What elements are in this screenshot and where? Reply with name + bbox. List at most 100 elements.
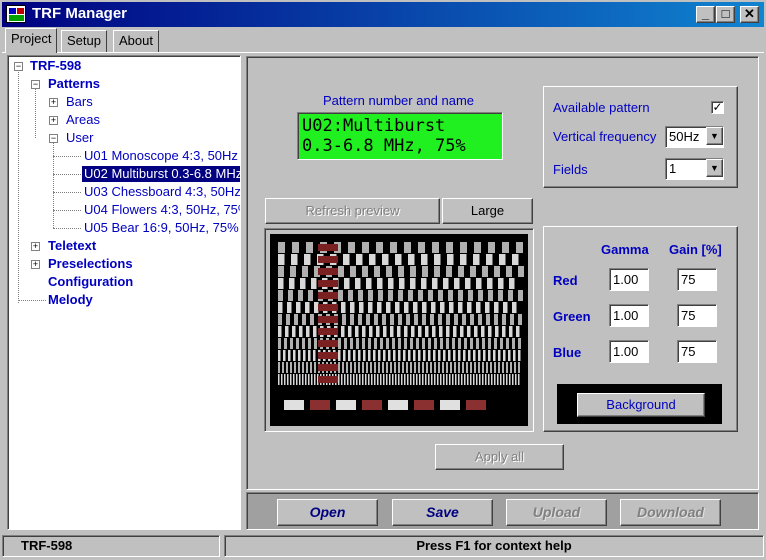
tree-item-teletext[interactable]: Teletext xyxy=(48,238,96,254)
burst-stripe xyxy=(434,374,436,385)
burst-stripe xyxy=(383,326,387,337)
burst-stripe xyxy=(278,374,280,385)
burst-stripe xyxy=(418,350,421,361)
burst-stripe xyxy=(518,362,520,373)
background-button[interactable]: Background xyxy=(577,393,705,417)
tree-root[interactable]: TRF-598 xyxy=(30,58,81,74)
tree-line xyxy=(53,142,54,228)
tree-item-melody[interactable]: Melody xyxy=(48,292,93,308)
refresh-preview-button[interactable]: Refresh preview xyxy=(265,198,440,224)
burst-stripe xyxy=(311,374,313,385)
chevron-down-icon[interactable]: ▼ xyxy=(706,127,723,145)
burst-frequency-marker xyxy=(318,352,338,359)
burst-stripe xyxy=(447,254,454,265)
apply-all-button[interactable]: Apply all xyxy=(435,444,564,470)
tree-item-user-pattern[interactable]: U05 Bear 16:9, 50Hz, 75% xyxy=(84,220,239,236)
burst-stripe xyxy=(455,374,457,385)
tree-item-user-pattern[interactable]: U04 Flowers 4:3, 50Hz, 75% xyxy=(84,202,240,218)
app-icon[interactable] xyxy=(6,5,26,23)
title-bar[interactable]: TRF Manager _ □ ✕ xyxy=(2,2,764,27)
burst-stripe xyxy=(473,374,475,385)
burst-stripe xyxy=(374,314,378,325)
burst-stripe xyxy=(388,350,391,361)
burst-stripe xyxy=(506,362,508,373)
action-bar: Open Save Upload Download xyxy=(246,492,759,530)
burst-stripe xyxy=(341,302,346,313)
green-gamma-input[interactable]: 1.00 xyxy=(609,304,649,327)
burst-stripe xyxy=(418,326,422,337)
burst-stripe xyxy=(479,374,481,385)
open-button[interactable]: Open xyxy=(277,499,378,526)
expand-icon[interactable]: + xyxy=(49,98,58,107)
burst-stripe xyxy=(313,350,316,361)
burst-stripe xyxy=(286,314,290,325)
chevron-down-icon[interactable]: ▼ xyxy=(706,159,723,177)
burst-stripe xyxy=(353,374,355,385)
close-button[interactable]: ✕ xyxy=(740,6,759,23)
tab-setup[interactable]: Setup xyxy=(61,30,107,52)
burst-stripe xyxy=(305,302,310,313)
burst-stripe xyxy=(414,362,416,373)
tree-item-patterns[interactable]: Patterns xyxy=(48,76,100,92)
burst-stripe xyxy=(499,254,506,265)
tree-item-bars[interactable]: Bars xyxy=(66,94,93,110)
collapse-icon[interactable]: − xyxy=(14,62,23,71)
burst-stripe xyxy=(422,362,424,373)
burst-frequency-marker xyxy=(318,280,338,287)
upload-button[interactable]: Upload xyxy=(506,499,607,526)
red-gain-input[interactable]: 75 xyxy=(677,268,717,291)
burst-bottom-block xyxy=(466,400,486,410)
burst-stripe xyxy=(383,350,386,361)
fields-select[interactable]: 1 ▼ xyxy=(665,158,724,180)
available-pattern-checkbox[interactable]: ✓ xyxy=(711,101,724,114)
burst-stripe xyxy=(404,302,409,313)
expand-icon[interactable]: + xyxy=(31,242,40,251)
burst-stripe xyxy=(370,362,372,373)
green-gain-input[interactable]: 75 xyxy=(677,304,717,327)
blue-gamma-input[interactable]: 1.00 xyxy=(609,340,649,363)
burst-stripe xyxy=(468,290,473,301)
tree-item-user[interactable]: User xyxy=(66,130,93,146)
burst-stripe xyxy=(363,350,366,361)
burst-stripe xyxy=(278,290,283,301)
tab-project[interactable]: Project xyxy=(5,28,58,53)
burst-stripe xyxy=(359,374,361,385)
tree-item-areas[interactable]: Areas xyxy=(66,112,100,128)
burst-stripe xyxy=(350,362,352,373)
tree-item-user-pattern[interactable]: U03 Chessboard 4:3, 50Hz xyxy=(84,184,240,200)
burst-stripe xyxy=(289,278,295,289)
burst-stripe xyxy=(314,338,317,349)
burst-stripe xyxy=(414,314,418,325)
vertical-frequency-select[interactable]: 50Hz ▼ xyxy=(665,126,724,148)
tree-item-preselections[interactable]: Preselections xyxy=(48,256,133,272)
tree-item-configuration[interactable]: Configuration xyxy=(48,274,133,290)
red-gamma-input[interactable]: 1.00 xyxy=(609,268,649,291)
tab-about[interactable]: About xyxy=(113,30,159,52)
expand-icon[interactable]: + xyxy=(49,116,58,125)
burst-stripe xyxy=(382,314,386,325)
burst-stripe xyxy=(476,374,478,385)
collapse-icon[interactable]: − xyxy=(31,80,40,89)
burst-stripe xyxy=(434,338,437,349)
expand-icon[interactable]: + xyxy=(31,260,40,269)
tree-item-user-pattern-selected[interactable]: U02 Multiburst 0.3-6.8 MHz xyxy=(82,166,240,182)
project-tree[interactable]: − TRF-598 − Patterns + Bars + Areas − Us… xyxy=(7,55,241,530)
large-preview-button[interactable]: Large xyxy=(442,198,533,224)
blue-gain-input[interactable]: 75 xyxy=(677,340,717,363)
maximize-icon: □ xyxy=(721,6,730,21)
burst-stripe xyxy=(518,314,522,325)
save-button[interactable]: Save xyxy=(392,499,493,526)
collapse-icon[interactable]: − xyxy=(49,134,58,143)
minimize-button[interactable]: _ xyxy=(696,6,715,23)
burst-stripe xyxy=(512,302,517,313)
burst-stripe xyxy=(278,254,285,265)
download-button[interactable]: Download xyxy=(620,499,721,526)
maximize-button[interactable]: □ xyxy=(716,6,735,23)
burst-stripe xyxy=(422,266,428,277)
burst-stripe xyxy=(488,242,495,253)
tree-item-user-pattern[interactable]: U01 Monoscope 4:3, 50Hz xyxy=(84,148,238,164)
burst-stripe xyxy=(468,350,471,361)
burst-stripe xyxy=(410,374,412,385)
burst-stripe xyxy=(452,374,454,385)
burst-stripe xyxy=(516,242,523,253)
